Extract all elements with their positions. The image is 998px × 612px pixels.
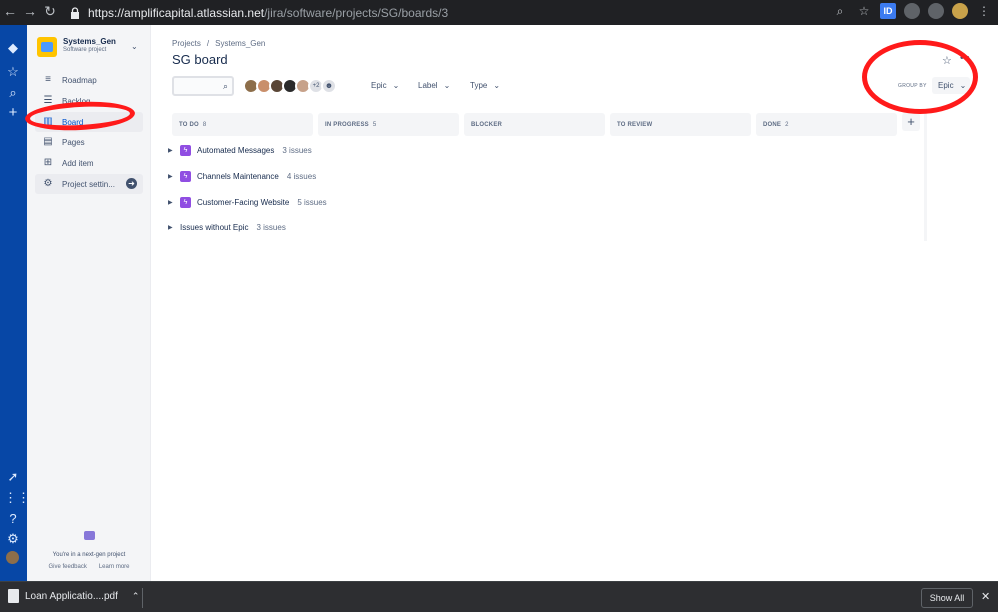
learn-more-link[interactable]: Learn more bbox=[99, 564, 130, 570]
sidebar-item-roadmap[interactable]: ≡ Roadmap bbox=[35, 70, 143, 90]
column-header-to-review[interactable]: TO REVIEW bbox=[610, 113, 751, 136]
roadmap-icon: ≡ bbox=[45, 74, 51, 85]
chevron-down-icon: ⌄ bbox=[493, 81, 501, 90]
epic-icon: ϟ bbox=[180, 145, 191, 156]
chevron-down-icon: ⌄ bbox=[443, 81, 451, 90]
extension-icon-2[interactable] bbox=[928, 3, 944, 19]
extension-icon[interactable]: ID bbox=[880, 3, 896, 19]
add-people-icon[interactable]: ☻ bbox=[321, 78, 337, 94]
chevron-down-icon: ⌄ bbox=[392, 81, 400, 90]
project-name: Systems_Gen bbox=[63, 37, 116, 46]
rocket-icon[interactable]: ➚ bbox=[4, 468, 22, 486]
column-header-done[interactable]: DONE 2 bbox=[756, 113, 897, 136]
address-bar[interactable]: https://amplificapital.atlassian.net/jir… bbox=[62, 3, 880, 22]
give-feedback-link[interactable]: Give feedback bbox=[48, 564, 86, 570]
arrow-right-icon[interactable]: ➜ bbox=[126, 178, 137, 189]
divider bbox=[142, 588, 143, 608]
column-header-blocker[interactable]: BLOCKER bbox=[464, 113, 605, 136]
epic-filter[interactable]: Epic ⌄ bbox=[371, 81, 399, 90]
breadcrumb: Projects / Systems_Gen bbox=[172, 39, 266, 48]
settings-icon: ⚙ bbox=[43, 178, 53, 189]
browser-toolbar: ← → ↻ https://amplificapital.atlassian.n… bbox=[0, 0, 998, 25]
apps-icon[interactable]: ⋮⋮ bbox=[4, 489, 30, 507]
file-icon bbox=[8, 589, 19, 603]
show-all-button[interactable]: Show All bbox=[921, 588, 973, 608]
label-filter[interactable]: Label ⌄ bbox=[418, 81, 450, 90]
profile-avatar[interactable] bbox=[6, 551, 19, 564]
project-type: Software project bbox=[63, 47, 107, 53]
pages-icon: ▤ bbox=[43, 136, 53, 147]
star-icon[interactable]: ☆ bbox=[4, 63, 22, 81]
breadcrumb-projects[interactable]: Projects bbox=[172, 39, 201, 48]
epic-swimlane[interactable]: ▶ ϟ Automated Messages 3 issues bbox=[168, 145, 312, 156]
help-icon[interactable]: ? bbox=[4, 510, 22, 528]
forward-arrow-icon[interactable]: → bbox=[20, 3, 40, 19]
url-text: https://amplificapital.atlassian.net/jir… bbox=[88, 5, 449, 20]
search-input[interactable]: ⌕ bbox=[172, 76, 234, 96]
chevron-right-icon[interactable]: ▶ bbox=[168, 147, 174, 154]
column-divider bbox=[924, 113, 927, 241]
epic-icon: ϟ bbox=[180, 171, 191, 182]
annotation-circle-group-by bbox=[862, 40, 978, 114]
sidebar-item-pages[interactable]: ▤ Pages bbox=[35, 132, 143, 152]
global-nav: ◆ ☆ ⌕ + ➚ ⋮⋮ ? ⚙ bbox=[0, 25, 30, 581]
extension-drive-icon[interactable] bbox=[904, 3, 920, 19]
chevron-right-icon[interactable]: ▶ bbox=[168, 173, 174, 180]
page-title: SG board bbox=[172, 52, 228, 67]
no-epic-swimlane[interactable]: ▶ Issues without Epic 3 issues bbox=[168, 223, 286, 232]
chevron-right-icon[interactable]: ▶ bbox=[168, 199, 174, 206]
sidebar-item-add[interactable]: ⊞ Add item bbox=[35, 153, 143, 173]
zoom-icon[interactable]: ⌕ bbox=[832, 3, 848, 19]
epic-swimlane[interactable]: ▶ ϟ Channels Maintenance 4 issues bbox=[168, 171, 316, 182]
breadcrumb-project[interactable]: Systems_Gen bbox=[215, 39, 265, 48]
next-gen-notice: You're in a next-gen project Give feedba… bbox=[27, 531, 151, 570]
add-item-icon: ⊞ bbox=[43, 157, 53, 168]
column-header-in-progress[interactable]: IN PROGRESS 5 bbox=[318, 113, 459, 136]
settings-icon[interactable]: ⚙ bbox=[4, 530, 22, 548]
board-main: Projects / Systems_Gen SG board ☆ ••• ⌕ … bbox=[152, 25, 998, 581]
chevron-up-icon[interactable]: ⌃ bbox=[132, 591, 140, 602]
project-header[interactable]: Systems_Gen Software project bbox=[37, 37, 116, 57]
assignee-avatars: +2 ☻ bbox=[243, 78, 337, 94]
download-item[interactable]: Loan Applicatio....pdf ⌃ bbox=[8, 589, 139, 603]
folder-icon bbox=[83, 531, 95, 540]
lock-icon bbox=[71, 6, 79, 19]
search-icon[interactable]: ⌕ bbox=[4, 84, 22, 102]
type-filter[interactable]: Type ⌄ bbox=[470, 81, 500, 90]
close-icon[interactable]: ✕ bbox=[981, 590, 990, 603]
add-column-button[interactable]: + bbox=[902, 113, 920, 131]
chevron-right-icon[interactable]: ▶ bbox=[168, 224, 174, 231]
jira-logo-icon[interactable]: ◆ bbox=[4, 39, 22, 57]
next-gen-text: You're in a next-gen project bbox=[52, 552, 126, 558]
column-header-todo[interactable]: TO DO 8 bbox=[172, 113, 313, 136]
reload-icon[interactable]: ↻ bbox=[40, 3, 60, 20]
create-icon[interactable]: + bbox=[4, 104, 22, 122]
browser-menu-icon[interactable]: ⋮ bbox=[976, 3, 992, 19]
chevron-down-icon[interactable]: ⌄ bbox=[131, 42, 138, 51]
epic-swimlane[interactable]: ▶ ϟ Customer-Facing Website 5 issues bbox=[168, 197, 327, 208]
epic-icon: ϟ bbox=[180, 197, 191, 208]
bookmark-star-icon[interactable]: ☆ bbox=[856, 3, 872, 19]
sidebar-item-project-settings[interactable]: ⚙ Project settin... ➜ bbox=[35, 174, 143, 194]
back-arrow-icon[interactable]: ← bbox=[0, 3, 20, 19]
profile-avatar[interactable] bbox=[952, 3, 968, 19]
project-avatar bbox=[37, 37, 57, 57]
search-icon: ⌕ bbox=[222, 81, 228, 91]
download-bar: Loan Applicatio....pdf ⌃ Show All ✕ bbox=[0, 581, 998, 612]
